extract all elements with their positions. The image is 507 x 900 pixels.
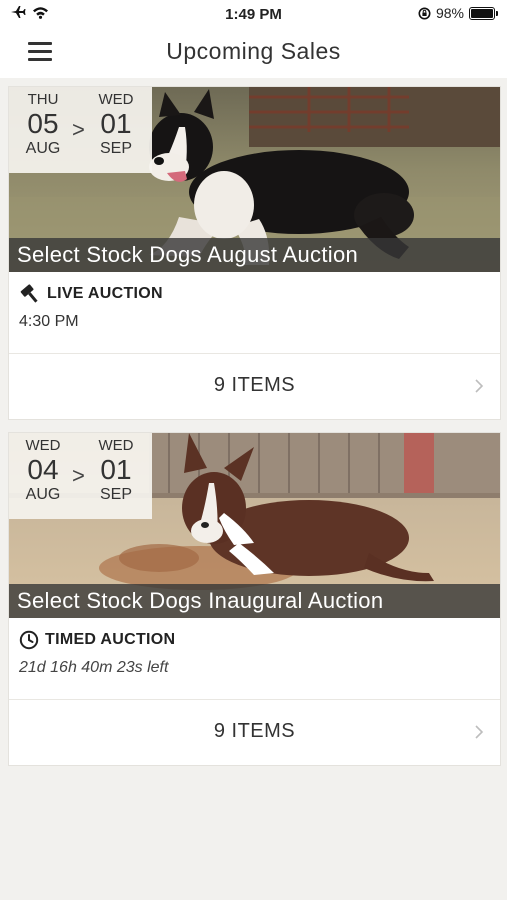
- end-day: 01: [100, 108, 132, 139]
- start-dow: THU: [27, 91, 59, 108]
- sale-type: LIVE AUCTION: [19, 284, 163, 304]
- start-month: AUG: [25, 140, 61, 157]
- sale-title: Select Stock Dogs Inaugural Auction: [17, 588, 384, 613]
- sale-type: TIMED AUCTION: [19, 630, 175, 650]
- sale-type-label: LIVE AUCTION: [47, 285, 163, 302]
- sale-card[interactable]: WED 04 AUG > WED 01 SEP Select Stock Dog…: [8, 432, 501, 766]
- end-dow: WED: [98, 91, 134, 108]
- battery-icon: [469, 6, 498, 20]
- battery-fill: [471, 8, 493, 18]
- items-row[interactable]: 9 ITEMS: [9, 700, 500, 765]
- sale-title: Select Stock Dogs August Auction: [17, 242, 359, 267]
- start-date: WED 04 AUG: [18, 437, 68, 504]
- gavel-icon: [20, 284, 38, 303]
- orientation-lock-icon: [418, 7, 431, 19]
- date-arrow: >: [72, 463, 85, 488]
- sale-title-band: Select Stock Dogs August Auction: [9, 238, 500, 272]
- items-count: 9 ITEMS: [213, 720, 296, 742]
- sale-time: 4:30 PM: [19, 313, 79, 330]
- start-day: 05: [27, 108, 59, 139]
- start-day: 04: [27, 454, 59, 485]
- status-bar: 1:49 PM 98%: [0, 0, 507, 28]
- sale-image: THU 05 AUG > WED 01 SEP Select Stock Dog…: [9, 87, 500, 272]
- items-row[interactable]: 9 ITEMS: [9, 354, 500, 419]
- battery-percent: 98%: [435, 5, 464, 21]
- end-day: 01: [100, 454, 132, 485]
- date-range: THU 05 AUG > WED 01 SEP: [9, 87, 152, 173]
- chevron-right-icon: [475, 725, 484, 739]
- clock-icon: [19, 630, 39, 650]
- page-title: Upcoming Sales: [166, 38, 341, 64]
- start-dow: WED: [25, 437, 61, 454]
- end-month: SEP: [99, 486, 132, 503]
- date-arrow: >: [72, 117, 85, 142]
- sale-image: WED 04 AUG > WED 01 SEP Select Stock Dog…: [9, 433, 500, 618]
- status-right: 98%: [418, 5, 498, 21]
- start-date: THU 05 AUG: [18, 91, 68, 158]
- end-month: SEP: [99, 140, 132, 157]
- end-date: WED 01 SEP: [91, 91, 141, 158]
- end-dow: WED: [98, 437, 134, 454]
- nav-bar: Upcoming Sales: [0, 28, 507, 78]
- sale-type-label: TIMED AUCTION: [45, 631, 176, 648]
- date-range: WED 04 AUG > WED 01 SEP: [9, 433, 152, 519]
- start-month: AUG: [25, 486, 61, 503]
- end-date: WED 01 SEP: [91, 437, 141, 504]
- items-count: 9 ITEMS: [213, 374, 296, 396]
- chevron-right-icon: [475, 379, 484, 393]
- sale-title-band: Select Stock Dogs Inaugural Auction: [9, 584, 500, 618]
- sale-card[interactable]: THU 05 AUG > WED 01 SEP Select Stock Dog…: [8, 86, 501, 420]
- time-remaining: 21d 16h 40m 23s left: [19, 659, 169, 676]
